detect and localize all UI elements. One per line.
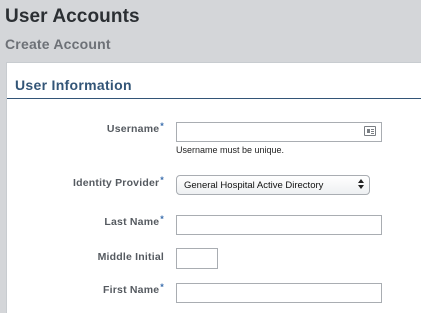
contact-card-icon[interactable] [364, 126, 376, 136]
first-name-label-text: First Name [103, 284, 160, 296]
page-header: User Accounts Create Account [0, 0, 421, 62]
last-name-input[interactable] [176, 215, 382, 235]
middle-initial-label-text: Middle Initial [97, 251, 164, 263]
username-input[interactable] [176, 122, 382, 142]
username-label-text: Username [106, 123, 160, 135]
section-divider [7, 98, 421, 99]
section-title: User Information [15, 77, 132, 93]
required-marker: * [160, 121, 164, 131]
last-name-label-text: Last Name [104, 216, 160, 228]
select-arrows-icon [358, 179, 364, 191]
last-name-label: Last Name* [104, 214, 164, 228]
middle-initial-label: Middle Initial [98, 251, 164, 263]
identity-provider-label: Identity Provider* [73, 175, 164, 189]
required-marker: * [160, 214, 164, 224]
page-subtitle: Create Account [5, 36, 111, 52]
first-name-input[interactable] [176, 283, 382, 303]
required-marker: * [160, 175, 164, 185]
username-hint: Username must be unique. [176, 145, 285, 155]
username-label: Username* [106, 121, 164, 135]
identity-provider-label-text: Identity Provider [73, 177, 160, 189]
identity-provider-selected-value: General Hospital Active Directory [184, 180, 324, 191]
required-marker: * [160, 282, 164, 292]
identity-provider-select[interactable]: General Hospital Active Directory [176, 175, 370, 195]
page-title: User Accounts [5, 6, 140, 27]
first-name-label: First Name* [103, 282, 164, 296]
middle-initial-input[interactable] [176, 248, 218, 269]
